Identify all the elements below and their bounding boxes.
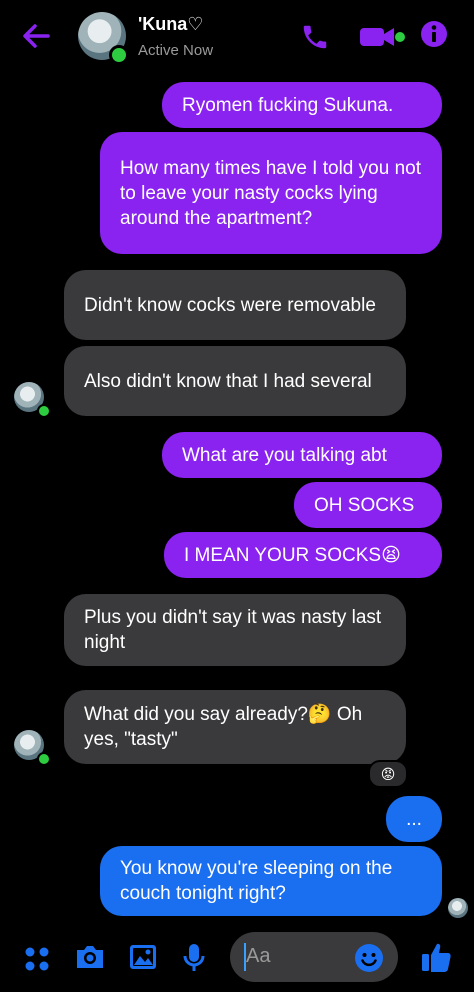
message-input-placeholder: Aa (246, 945, 271, 967)
message-bubble-outgoing[interactable]: Ryomen fucking Sukuna. (162, 82, 442, 128)
message-bubble-incoming[interactable]: What did you say already?🤔 Oh yes, "tast… (64, 690, 406, 764)
emoji-icon[interactable] (354, 943, 384, 978)
info-icon[interactable] (420, 20, 448, 53)
video-call-icon[interactable] (360, 26, 406, 53)
online-indicator (37, 752, 51, 766)
message-bubble-outgoing[interactable]: OH SOCKS (294, 482, 442, 528)
active-status: Active Now (138, 42, 214, 59)
message-bubble-incoming[interactable]: Didn't know cocks were removable (64, 270, 406, 340)
online-indicator (109, 45, 129, 65)
message-bubble-incoming[interactable]: Also didn't know that I had several (64, 346, 406, 416)
phone-call-icon[interactable] (300, 22, 330, 57)
message-bubble-outgoing[interactable]: I MEAN YOUR SOCKS😫 (164, 532, 442, 578)
more-apps-icon[interactable] (24, 946, 50, 977)
message-bubble-outgoing[interactable]: What are you talking abt (162, 432, 442, 478)
like-thumb-icon[interactable] (420, 940, 454, 979)
online-indicator (37, 404, 51, 418)
contact-name[interactable]: 'Kuna♡ (138, 14, 203, 35)
message-bubble-outgoing[interactable]: How many times have I told you not to le… (100, 132, 442, 254)
reaction-badge[interactable]: 😡 (368, 760, 408, 788)
message-bubble-sending[interactable]: ... (386, 796, 442, 842)
seen-receipt-avatar (448, 898, 468, 918)
microphone-icon[interactable] (182, 942, 206, 979)
message-bubble-sending[interactable]: You know you're sleeping on the couch to… (100, 846, 442, 916)
back-arrow-icon[interactable] (18, 20, 54, 52)
gallery-icon[interactable] (128, 942, 158, 977)
camera-icon[interactable] (74, 942, 106, 977)
message-bubble-incoming[interactable]: Plus you didn't say it was nasty last ni… (64, 594, 406, 666)
